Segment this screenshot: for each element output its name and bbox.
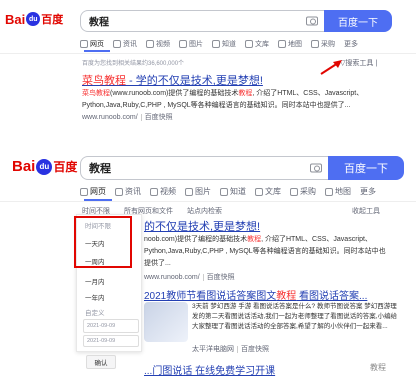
cache-link[interactable]: 百度快照 <box>202 274 235 281</box>
cache-link[interactable]: 百度快照 <box>140 114 173 121</box>
search-icon <box>80 187 88 196</box>
video-icon <box>150 187 158 196</box>
dropdown-option-year[interactable]: 一年内 <box>85 292 105 302</box>
cart-icon <box>290 187 298 196</box>
result-title[interactable]: 2021教师节看图说话答案图文教程 看图说话答案... <box>144 287 367 302</box>
baidu-logo[interactable]: Bai du 百度 <box>12 158 77 175</box>
dropdown-custom-label: 自定义 <box>85 310 105 317</box>
screenshot-bottom-panel: Bai du 百度 教程 百度一下 网页 资讯 视频 图片 知道 文库 采购 地图 … <box>0 150 416 378</box>
tab-more[interactable]: 更多 <box>360 186 376 197</box>
doc-icon <box>245 40 253 48</box>
tab-purchase[interactable]: 采购 <box>311 39 335 49</box>
search-input[interactable]: 教程 <box>80 156 328 180</box>
watermark: 教程 <box>370 363 386 372</box>
map-icon <box>325 187 333 196</box>
tab-web[interactable]: 网页 <box>80 186 106 197</box>
tab-zhidao[interactable]: 知道 <box>212 39 236 49</box>
red-arrow <box>320 60 342 75</box>
separator: | <box>373 60 378 67</box>
result-stats: 百度为您找到相关结果约36,600,000个 <box>82 61 185 67</box>
doc-icon <box>255 187 263 196</box>
date-from-input[interactable]: 2021-09-09 <box>83 319 139 333</box>
tab-news[interactable]: 资讯 <box>113 39 137 49</box>
search-icon <box>80 40 88 48</box>
date-to-input[interactable]: 2021-09-09 <box>83 335 139 347</box>
divider <box>0 53 416 54</box>
tab-zhidao[interactable]: 知道 <box>220 186 246 197</box>
tab-more[interactable]: 更多 <box>344 39 358 49</box>
tab-video[interactable]: 视频 <box>150 186 176 197</box>
result-url[interactable]: www.runoob.com/百度快照 <box>144 272 235 282</box>
camera-icon[interactable] <box>306 16 318 26</box>
search-tabs: 网页 资讯 视频 图片 知道 文库 采购 地图 更多 <box>80 186 385 197</box>
camera-icon[interactable] <box>310 163 322 173</box>
screenshot-top-panel: Bai du 百度 教程 百度一下 网页 资讯 视频 图片 知道 文库 地图 采购 … <box>0 0 416 150</box>
image-icon <box>179 40 187 48</box>
tab-images[interactable]: 图片 <box>185 186 211 197</box>
image-icon <box>185 187 193 196</box>
divider <box>0 201 416 202</box>
highlight-box <box>74 216 132 268</box>
collapse-tools-button[interactable]: 收起工具 <box>352 206 380 216</box>
question-icon <box>212 40 220 48</box>
result-snippet: noob.com)提供了编程的基础技术教程, 介绍了HTML、CSS、Javas… <box>144 236 386 267</box>
video-icon <box>146 40 154 48</box>
question-icon <box>220 187 228 196</box>
search-tabs: 网页 资讯 视频 图片 知道 文库 地图 采购 更多 <box>80 39 367 49</box>
tab-news[interactable]: 资讯 <box>115 186 141 197</box>
tab-wenku[interactable]: 文库 <box>255 186 281 197</box>
tab-wenku[interactable]: 文库 <box>245 39 269 49</box>
active-tab-underline <box>84 50 110 52</box>
tab-images[interactable]: 图片 <box>179 39 203 49</box>
tab-web[interactable]: 网页 <box>80 39 104 49</box>
tab-map[interactable]: 地图 <box>278 39 302 49</box>
search-button[interactable]: 百度一下 <box>324 10 392 32</box>
result-snippet: 菜鸟教程(www.runoob.com)提供了编程的基础技术教程, 介绍了HTM… <box>82 90 364 109</box>
tab-purchase[interactable]: 采购 <box>290 186 316 197</box>
result-source[interactable]: 太平洋电脑网 百度快照 <box>192 344 269 354</box>
search-tools-button[interactable]: ▽搜索工具 | <box>340 58 377 68</box>
result-title[interactable]: 菜鸟教程 - 学的不仅是技术,更是梦想! <box>82 72 263 88</box>
baidu-logo[interactable]: Bai du 百度 <box>5 11 63 27</box>
tab-map[interactable]: 地图 <box>325 186 351 197</box>
cart-icon <box>311 40 319 48</box>
result-snippet: 3天前 梦幻西游 手游 看图说话答案是什么? 教师节图说答案 梦幻西游理发的第二… <box>192 303 398 330</box>
search-input[interactable]: 教程 <box>80 10 324 32</box>
result-thumbnail[interactable] <box>144 302 188 342</box>
result-url[interactable]: www.runoob.com/百度快照 <box>82 112 173 122</box>
news-icon <box>115 187 123 196</box>
result-title[interactable]: ...门图说话 在线免费学习开课 <box>144 362 275 377</box>
dropdown-option-month[interactable]: 一月内 <box>85 276 105 286</box>
result-title[interactable]: 的不仅是技术,更是梦想! <box>144 218 260 234</box>
confirm-button[interactable]: 确认 <box>86 355 116 369</box>
tool-site[interactable]: 站点内检索 <box>187 206 222 216</box>
cache-link[interactable]: 百度快照 <box>237 346 269 353</box>
news-icon <box>113 40 121 48</box>
search-button[interactable]: 百度一下 <box>328 156 404 180</box>
tab-video[interactable]: 视频 <box>146 39 170 49</box>
map-icon <box>278 40 286 48</box>
